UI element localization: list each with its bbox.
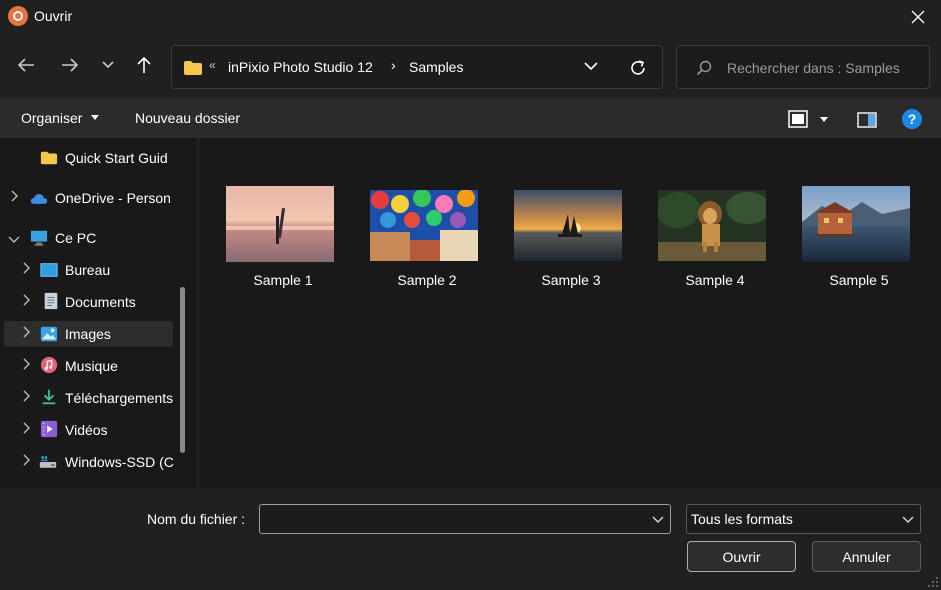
image-thumbnail (370, 190, 478, 261)
title-bar: Ouvrir (0, 0, 941, 34)
open-button[interactable]: Ouvrir (687, 541, 796, 572)
sidebar-item-label: Images (65, 326, 111, 342)
chevron-down-icon[interactable] (652, 514, 664, 524)
file-name: Sample 2 (397, 272, 457, 288)
file-item-sample-5[interactable]: Sample 5 (795, 138, 923, 288)
arrow-up-icon (137, 56, 151, 73)
chevron-right-icon[interactable] (22, 390, 30, 405)
close-icon (911, 10, 925, 24)
resize-grip-icon[interactable] (927, 576, 939, 588)
new-folder-button[interactable]: Nouveau dossier (135, 110, 240, 126)
address-separator[interactable]: › (391, 57, 396, 73)
file-name: Sample 4 (685, 272, 745, 288)
sidebar-item-label: Musique (65, 358, 118, 374)
sidebar-item-videos[interactable]: Vidéos (4, 417, 174, 443)
file-type-select[interactable]: Tous les formats (686, 504, 921, 534)
filename-input[interactable] (259, 504, 671, 534)
chevron-down-icon (102, 61, 114, 69)
navigation-pane: Quick Start Guid OneDrive - Person Ce PC… (0, 138, 196, 488)
search-box[interactable] (676, 45, 930, 89)
address-segment-samples[interactable]: Samples (409, 59, 463, 75)
close-button[interactable] (895, 0, 941, 34)
image-thumbnail (514, 190, 622, 261)
computer-icon (30, 230, 48, 246)
drive-icon (39, 456, 57, 468)
chevron-right-icon[interactable] (10, 190, 18, 205)
organise-button[interactable]: Organiser (21, 110, 82, 126)
chevron-right-icon[interactable] (22, 454, 30, 469)
chevron-right-icon[interactable] (22, 262, 30, 277)
chevron-down-icon[interactable] (583, 60, 599, 72)
arrow-left-icon (17, 58, 34, 72)
address-bar[interactable]: « inPixio Photo Studio 12 › Samples (171, 45, 663, 89)
sidebar-item-label: Ce PC (55, 230, 97, 246)
image-thumbnail (658, 190, 766, 261)
download-icon (42, 389, 56, 405)
sidebar-item-music[interactable]: Musique (4, 353, 174, 379)
preview-pane-icon[interactable] (857, 112, 877, 128)
folder-icon (40, 151, 58, 165)
video-icon (40, 420, 58, 438)
sidebar-item-windows-ssd[interactable]: Windows-SSD (C (4, 449, 174, 475)
file-item-sample-3[interactable]: Sample 3 (507, 138, 635, 288)
help-button[interactable]: ? (902, 109, 922, 129)
sidebar-item-label: Documents (65, 294, 136, 310)
sidebar-item-label: Téléchargements (65, 390, 174, 406)
up-button[interactable] (130, 51, 158, 79)
sidebar-item-label: Quick Start Guid (65, 150, 168, 166)
address-overflow[interactable]: « (209, 58, 216, 72)
view-mode-icon[interactable] (788, 110, 808, 128)
recent-locations-button[interactable] (94, 51, 122, 79)
address-segment-inpixio[interactable]: inPixio Photo Studio 12 (228, 59, 373, 75)
navigation-bar: « inPixio Photo Studio 12 › Samples (0, 34, 941, 98)
image-thumbnail (802, 186, 910, 262)
file-item-sample-1[interactable]: Sample 1 (219, 138, 347, 288)
back-button[interactable] (12, 51, 40, 79)
file-item-sample-2[interactable]: Sample 2 (363, 138, 491, 288)
filename-label: Nom du fichier : (147, 511, 246, 527)
file-name: Sample 5 (829, 272, 889, 288)
sidebar-scrollbar[interactable] (180, 287, 185, 453)
refresh-icon[interactable] (628, 58, 648, 78)
view-options-caret-icon[interactable] (820, 117, 828, 122)
chevron-right-icon[interactable] (22, 326, 30, 341)
sidebar-item-label: Vidéos (65, 422, 108, 438)
sidebar-item-label: Windows-SSD (C (65, 454, 174, 470)
cloud-icon (30, 194, 48, 204)
window-title: Ouvrir (34, 8, 73, 24)
pictures-icon (40, 326, 58, 342)
search-icon (696, 60, 712, 76)
file-type-value: Tous les formats (691, 511, 793, 527)
document-icon (44, 292, 58, 310)
chevron-right-icon[interactable] (22, 294, 30, 309)
app-logo-icon (8, 6, 28, 26)
caret-down-icon (91, 115, 99, 120)
arrow-right-icon (62, 58, 79, 72)
image-thumbnail (226, 186, 334, 262)
sidebar-item-onedrive[interactable]: OneDrive - Person (4, 185, 174, 211)
sidebar-item-downloads[interactable]: Téléchargements (4, 385, 174, 411)
sidebar-item-quick-start-guide[interactable]: Quick Start Guid (4, 145, 174, 171)
search-input[interactable] (727, 58, 922, 78)
cancel-button[interactable]: Annuler (812, 541, 921, 572)
sidebar-item-label: Bureau (65, 262, 111, 278)
chevron-down-icon[interactable] (8, 232, 20, 246)
chevron-down-icon (902, 516, 914, 523)
file-item-sample-4[interactable]: Sample 4 (651, 138, 779, 288)
sidebar-item-pictures[interactable]: Images (4, 321, 173, 347)
file-list: Sample 1 Sample 2 Sample 3 Sample 4 Samp… (200, 138, 941, 488)
sidebar-item-desktop[interactable]: Bureau (4, 257, 174, 283)
file-name: Sample 1 (253, 272, 313, 288)
desktop-icon (40, 263, 58, 277)
folder-icon (184, 61, 202, 75)
chevron-right-icon[interactable] (22, 422, 30, 437)
music-icon (40, 356, 58, 374)
sidebar-item-this-pc[interactable]: Ce PC (4, 225, 174, 251)
chevron-right-icon[interactable] (22, 358, 30, 373)
sidebar-item-documents[interactable]: Documents (4, 289, 174, 315)
file-name: Sample 3 (541, 272, 601, 288)
forward-button[interactable] (56, 51, 84, 79)
dialog-footer: Nom du fichier : Tous les formats Ouvrir… (0, 488, 941, 590)
sidebar-item-label: OneDrive - Person (55, 190, 171, 206)
